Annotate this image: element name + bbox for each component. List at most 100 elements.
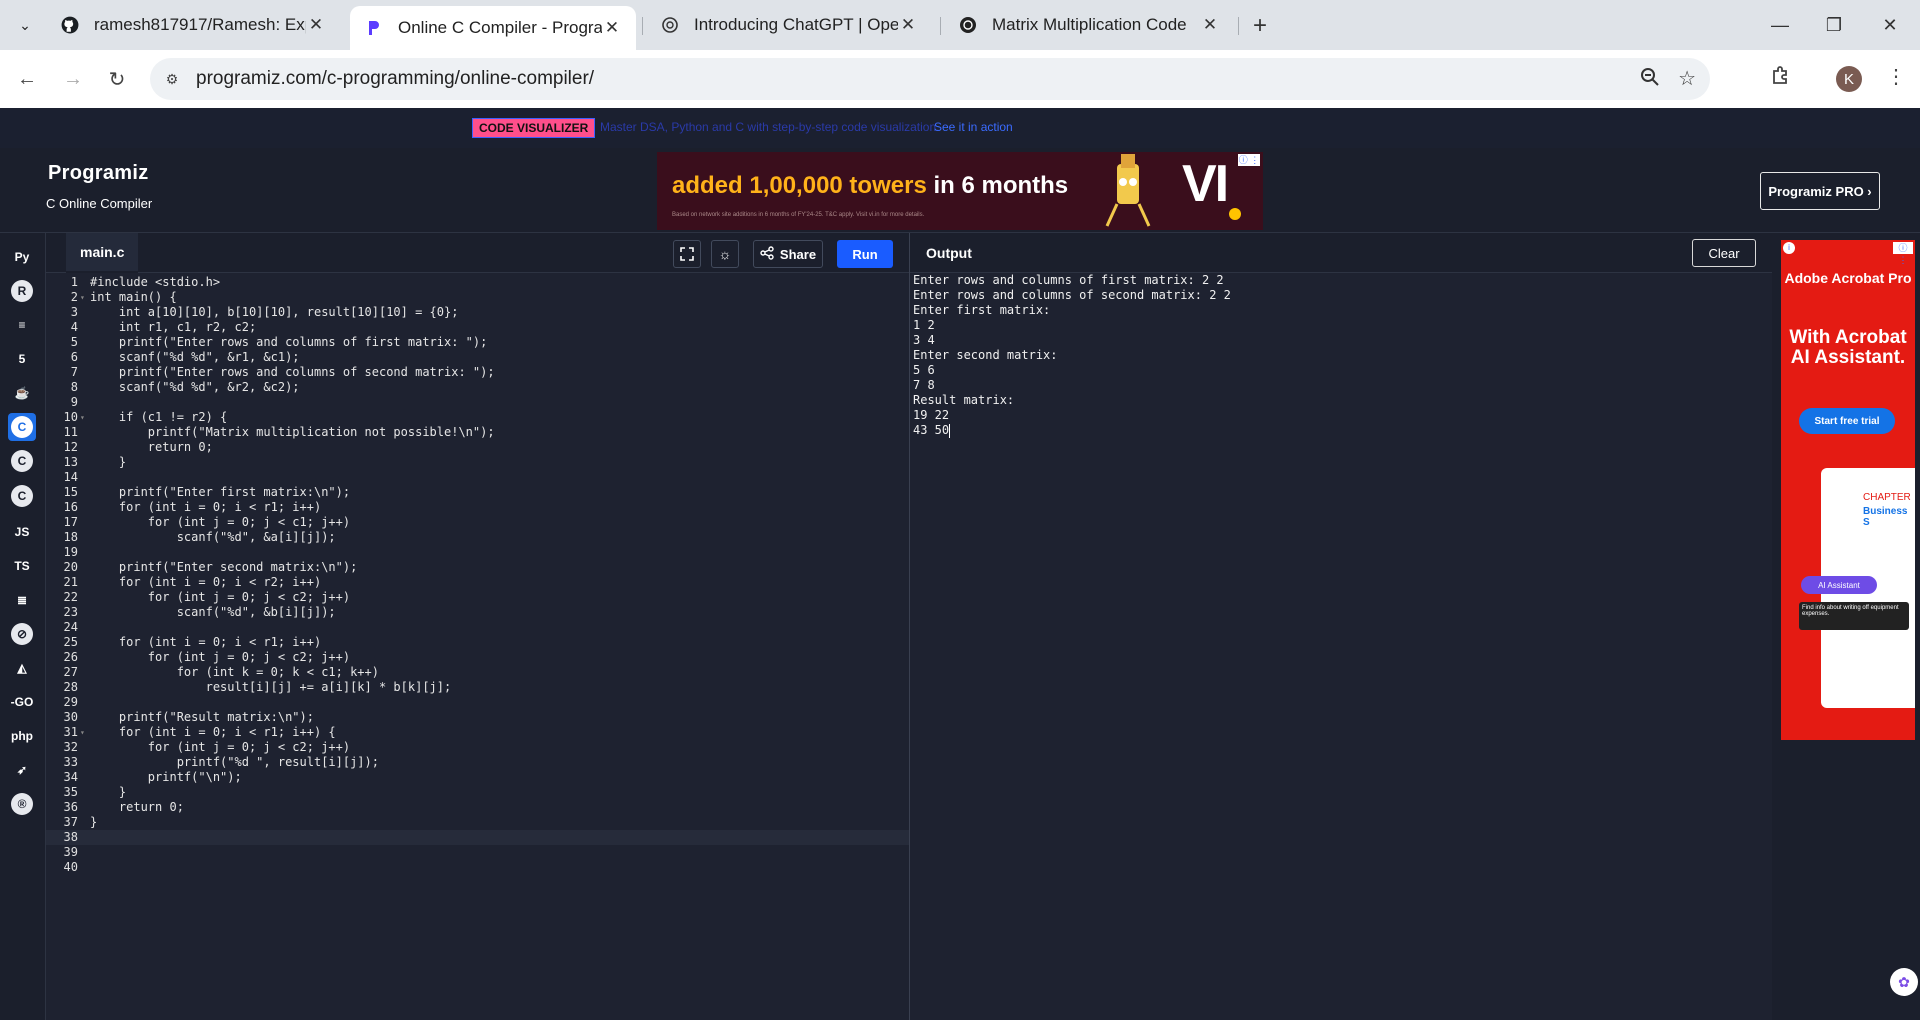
restore-icon[interactable]: ❐ [1814,10,1854,40]
code-line[interactable]: 16 for (int i = 0; i < r1; i++) [46,500,909,515]
code-line[interactable]: 3 int a[10][10], b[10][10], result[10][1… [46,305,909,320]
ad-info-icon[interactable]: ⓘ ⋮ [1893,242,1913,265]
code-line[interactable]: 8 scanf("%d %d", &r2, &c2); [46,380,909,395]
code-line[interactable]: 28 result[i][j] += a[i][k] * b[k][j]; [46,680,909,695]
browser-tab-github[interactable]: ramesh817917/Ramesh: Experin ✕ [46,6,340,44]
lang-sql-icon[interactable]: ≡ [8,311,36,339]
ad-banner[interactable]: added 1,00,000 towers in 6 months Based … [657,152,1263,230]
lang-csharp-icon[interactable]: C [8,482,36,510]
lang-cpp-icon[interactable]: C [8,447,36,475]
clear-button[interactable]: Clear [1692,239,1756,267]
close-tab-icon[interactable]: ✕ [306,15,326,35]
window-close-icon[interactable]: ✕ [1870,10,1910,40]
code-line[interactable]: 13 } [46,455,909,470]
file-tab-main-c[interactable]: main.c [66,233,139,273]
browser-tab-chatgpt[interactable]: Introducing ChatGPT | OpenAI ✕ [646,6,932,44]
adobe-acrobat-ad[interactable]: i ⓘ ⋮ Adobe Acrobat Pro With Acrobat AI … [1781,240,1915,740]
code-line[interactable]: 6 scanf("%d %d", &r1, &c1); [46,350,909,365]
code-line[interactable]: 31 ▾ for (int i = 0; i < r1; i++) { [46,725,909,740]
lang-go-icon[interactable]: -GO [8,688,36,716]
lang-c-icon[interactable]: C [8,413,36,441]
lang-java-icon[interactable]: ☕ [8,379,36,407]
programiz-logo[interactable]: Programiz [48,162,149,185]
extensions-puzzle-icon[interactable] [1770,64,1792,92]
zoom-icon[interactable] [1640,67,1660,92]
code-line[interactable]: 33 printf("%d ", result[i][j]); [46,755,909,770]
code-line[interactable]: 26 for (int j = 0; j < c2; j++) [46,650,909,665]
close-tab-icon[interactable]: ✕ [898,15,918,35]
close-tab-icon[interactable]: ✕ [1200,15,1220,35]
code-line[interactable]: 14 [46,470,909,485]
new-tab-plus-icon[interactable]: + [1246,12,1274,40]
lang-rust-icon[interactable]: ⊘ [8,620,36,648]
code-line[interactable]: 23 scanf("%d", &b[i][j]); [46,605,909,620]
code-line[interactable]: 25 for (int i = 0; i < r1; i++) [46,635,909,650]
profile-avatar[interactable]: K [1836,66,1862,92]
code-line[interactable]: 34 printf("\n"); [46,770,909,785]
code-line[interactable]: 21 for (int i = 0; i < r2; i++) [46,575,909,590]
theme-sun-icon[interactable]: ☼ [711,240,739,268]
code-line[interactable]: 36 return 0; [46,800,909,815]
code-line[interactable]: 27 for (int k = 0; k < c1; k++) [46,665,909,680]
lang-python-icon[interactable]: Py [8,243,36,271]
share-button[interactable]: Share [753,240,823,268]
lang-kotlin-icon[interactable]: ≣ [8,586,36,614]
code-editor[interactable]: 1 #include <stdio.h> 2 ▾ int main() {3 int a… [46,273,909,1020]
lang-js-icon[interactable]: JS [8,518,36,546]
programiz-pro-button[interactable]: Programiz PRO › [1760,172,1880,210]
fold-arrow-icon[interactable]: ▾ [80,410,85,425]
output-console[interactable]: Enter rows and columns of first matrix: … [910,273,1772,1020]
code-line[interactable]: 5 printf("Enter rows and columns of firs… [46,335,909,350]
code-line[interactable]: 12 return 0; [46,440,909,455]
site-settings-icon[interactable]: ⚙ [162,69,182,89]
browser-menu-icon[interactable]: ⋮ [1886,64,1906,89]
lang-ts-icon[interactable]: TS [8,552,36,580]
reload-icon[interactable]: ↻ [102,64,132,94]
promo-link[interactable]: See it in action [934,120,1013,134]
code-line[interactable]: 9 [46,395,909,410]
code-line[interactable]: 39 [46,845,909,860]
code-line[interactable]: 22 for (int j = 0; j < c2; j++) [46,590,909,605]
lang-swift-icon[interactable]: ➶ [8,756,36,784]
lang-swift-alt-icon[interactable]: ◭ [8,654,36,682]
code-line[interactable]: 1 #include <stdio.h> [46,275,909,290]
code-line[interactable]: 20 printf("Enter second matrix:\n"); [46,560,909,575]
code-line[interactable]: 38 [46,830,909,845]
code-line[interactable]: 18 scanf("%d", &a[i][j]); [46,530,909,545]
fullscreen-icon[interactable] [673,240,701,268]
bookmark-star-icon[interactable]: ☆ [1678,66,1696,91]
code-line[interactable]: 17 for (int j = 0; j < c1; j++) [46,515,909,530]
fold-arrow-icon[interactable]: ▾ [80,725,85,740]
ad-info-icon[interactable]: ⓘ ⋮ [1238,154,1260,166]
fold-arrow-icon[interactable]: ▾ [80,290,85,305]
tab-search-chevron-icon[interactable]: ⌄ [14,12,36,38]
lang-rust2-icon[interactable]: ® [8,790,36,818]
start-free-trial-button[interactable]: Start free trial [1799,408,1895,434]
minimize-icon[interactable]: — [1760,10,1800,40]
code-line[interactable]: 2 ▾ int main() { [46,290,909,305]
code-visualizer-badge[interactable]: CODE VISUALIZER [472,118,596,138]
code-line[interactable]: 24 [46,620,909,635]
back-arrow-icon[interactable]: ← [12,64,42,94]
code-line[interactable]: 4 int r1, c1, r2, c2; [46,320,909,335]
code-line[interactable]: 40 [46,860,909,875]
lang-php-icon[interactable]: php [8,722,36,750]
code-line[interactable]: 35 } [46,785,909,800]
code-line[interactable]: 30 printf("Result matrix:\n"); [46,710,909,725]
lang-html-icon[interactable]: 5 [8,345,36,373]
run-button[interactable]: Run [837,240,893,268]
code-line[interactable]: 37} [46,815,909,830]
code-line[interactable]: 11 printf("Matrix multiplication not pos… [46,425,909,440]
floating-assistant-icon[interactable]: ✿ [1890,968,1918,996]
code-line[interactable]: 7 printf("Enter rows and columns of seco… [46,365,909,380]
address-bar[interactable]: ⚙ programiz.com/c-programming/online-com… [150,58,1710,100]
browser-tab-programiz[interactable]: Online C Compiler - Programiz ✕ [350,6,636,50]
close-tab-icon[interactable]: ✕ [602,18,622,38]
code-line[interactable]: 29 [46,695,909,710]
code-line[interactable]: 19 [46,545,909,560]
url-text[interactable]: programiz.com/c-programming/online-compi… [196,68,594,90]
code-line[interactable]: 10 ▾ if (c1 != r2) { [46,410,909,425]
code-line[interactable]: 15 printf("Enter first matrix:\n"); [46,485,909,500]
code-line[interactable]: 32 for (int j = 0; j < c2; j++) [46,740,909,755]
browser-tab-matrix[interactable]: Matrix Multiplication Code ✕ [944,6,1234,44]
